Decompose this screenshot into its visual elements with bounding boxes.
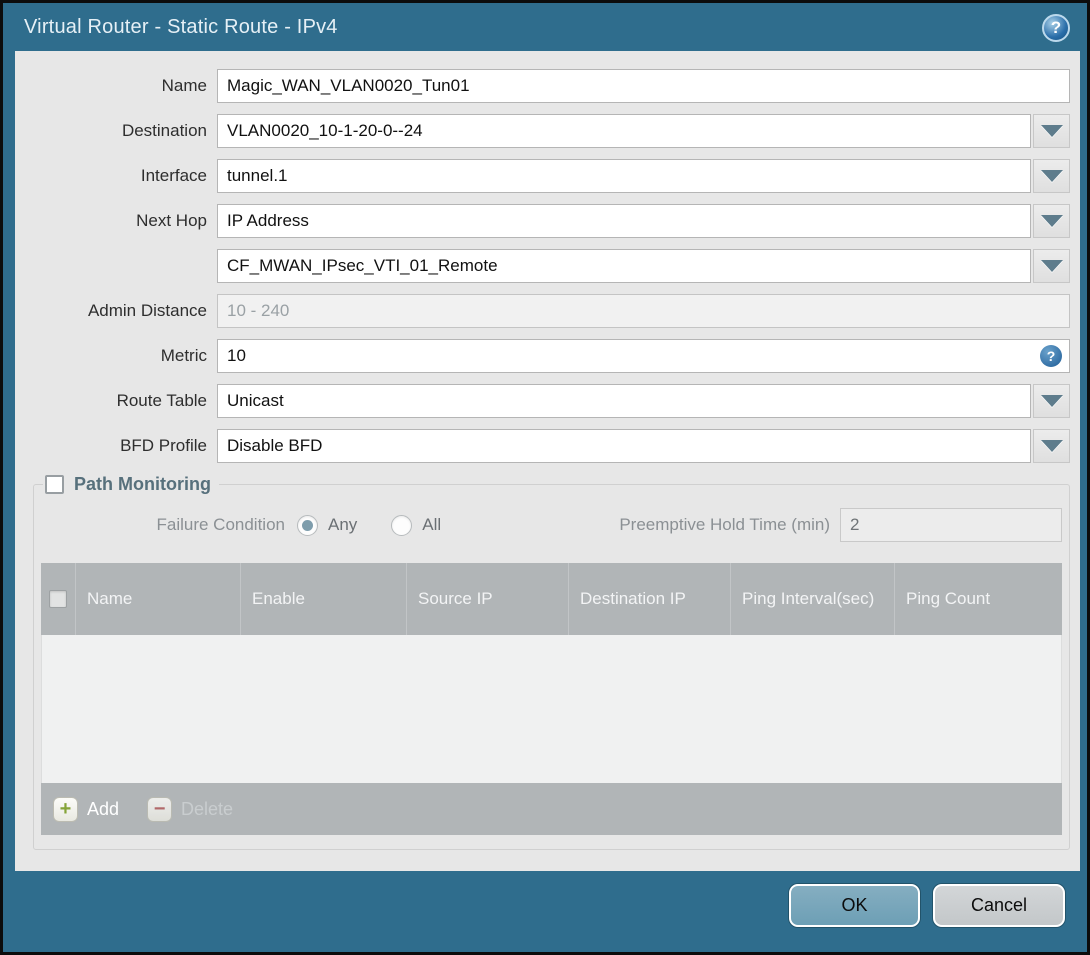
chevron-down-icon — [1040, 125, 1063, 137]
metric-info-icon[interactable]: ? — [1040, 345, 1062, 367]
table-toolbar: + Add − Delete — [41, 783, 1062, 835]
name-input[interactable] — [217, 69, 1070, 103]
path-monitoring-title: Path Monitoring — [74, 474, 211, 494]
cancel-button[interactable]: Cancel — [933, 884, 1065, 927]
table-header: Name Enable Source IP Destination IP Pin… — [41, 563, 1062, 635]
column-header-enable[interactable]: Enable — [240, 563, 406, 635]
form-row-name: Name — [15, 69, 1070, 103]
next-hop-label: Next Hop — [136, 211, 207, 230]
path-monitoring-table: Name Enable Source IP Destination IP Pin… — [41, 563, 1062, 835]
failure-condition-label: Failure Condition — [156, 515, 285, 534]
interface-dropdown-button[interactable] — [1033, 159, 1070, 193]
next-hop-address-input[interactable] — [217, 249, 1031, 283]
radio-any-label: Any — [328, 515, 358, 534]
chevron-down-icon — [1040, 260, 1063, 272]
next-hop-type-input[interactable] — [217, 204, 1031, 238]
metric-input[interactable] — [217, 339, 1070, 373]
interface-label: Interface — [140, 166, 207, 185]
chevron-down-icon — [1040, 215, 1063, 227]
select-all-checkbox[interactable] — [49, 590, 67, 608]
path-monitoring-section: Path Monitoring Failure Condition Any Al… — [33, 474, 1070, 850]
next-hop-type-dropdown-button[interactable] — [1033, 204, 1070, 238]
minus-icon: − — [147, 796, 173, 822]
form-row-route-table: Route Table — [15, 384, 1070, 418]
form-row-bfd-profile: BFD Profile — [15, 429, 1070, 463]
column-header-source-ip[interactable]: Source IP — [406, 563, 568, 635]
route-table-dropdown-button[interactable] — [1033, 384, 1070, 418]
name-label: Name — [161, 76, 207, 95]
destination-dropdown-button[interactable] — [1033, 114, 1070, 148]
radio-all-label: All — [422, 515, 442, 534]
form-row-next-hop: Next Hop — [15, 204, 1070, 238]
next-hop-address-dropdown-button[interactable] — [1033, 249, 1070, 283]
radio-all[interactable] — [391, 514, 413, 536]
screen: Virtual Router - Static Route - IPv4 ? N… — [0, 0, 1090, 955]
preemptive-hold-time-group: Preemptive Hold Time (min) — [619, 508, 1062, 542]
failure-condition-row: Failure Condition Any All Preemptive Hol… — [41, 507, 1062, 543]
column-header-destination-ip[interactable]: Destination IP — [568, 563, 730, 635]
form-row-admin-distance: Admin Distance — [15, 294, 1070, 328]
chevron-down-icon — [1040, 170, 1063, 182]
column-header-ping-count[interactable]: Ping Count — [894, 563, 1062, 635]
form-row-metric: Metric ? — [15, 339, 1070, 373]
column-header-name[interactable]: Name — [75, 563, 240, 635]
form-row-destination: Destination — [15, 114, 1070, 148]
form-row-next-hop-address — [15, 249, 1070, 283]
dialog-body: Name Destination Interface — [15, 51, 1080, 871]
column-header-ping-interval[interactable]: Ping Interval(sec) — [730, 563, 894, 635]
interface-input[interactable] — [217, 159, 1031, 193]
bfd-profile-label: BFD Profile — [120, 436, 207, 455]
failure-condition-all-option: All — [391, 514, 442, 536]
info-icon-glyph: ? — [1046, 348, 1056, 364]
table-header-checkbox-cell — [41, 563, 75, 635]
delete-button[interactable]: − Delete — [147, 796, 234, 822]
path-monitoring-checkbox[interactable] — [45, 475, 64, 494]
ok-button[interactable]: OK — [789, 884, 920, 927]
help-icon[interactable]: ? — [1042, 14, 1070, 42]
metric-label: Metric — [160, 346, 207, 365]
title-bar: Virtual Router - Static Route - IPv4 ? — [6, 6, 1084, 51]
admin-distance-label: Admin Distance — [87, 301, 207, 320]
add-button[interactable]: + Add — [53, 796, 120, 822]
route-table-label: Route Table — [116, 391, 207, 410]
preemptive-hold-time-input[interactable] — [840, 508, 1062, 542]
admin-distance-input[interactable] — [217, 294, 1070, 328]
path-monitoring-legend: Path Monitoring — [43, 474, 219, 495]
failure-condition-any-option: Any — [297, 514, 358, 536]
dialog-frame: Virtual Router - Static Route - IPv4 ? N… — [0, 0, 1090, 955]
static-route-form: Name Destination Interface — [15, 51, 1080, 463]
route-table-input[interactable] — [217, 384, 1031, 418]
form-row-interface: Interface — [15, 159, 1070, 193]
preemptive-hold-time-label: Preemptive Hold Time (min) — [619, 515, 830, 534]
bfd-profile-dropdown-button[interactable] — [1033, 429, 1070, 463]
add-button-label: Add — [87, 798, 120, 819]
radio-any[interactable] — [297, 514, 318, 536]
delete-button-label: Delete — [181, 798, 234, 819]
table-body-empty — [41, 635, 1062, 783]
help-icon-glyph: ? — [1050, 18, 1062, 37]
plus-icon: + — [53, 796, 78, 822]
chevron-down-icon — [1040, 440, 1063, 452]
chevron-down-icon — [1040, 395, 1063, 407]
destination-input[interactable] — [217, 114, 1031, 148]
destination-label: Destination — [121, 121, 207, 140]
dialog-title: Virtual Router - Static Route - IPv4 — [24, 16, 338, 38]
bfd-profile-input[interactable] — [217, 429, 1031, 463]
